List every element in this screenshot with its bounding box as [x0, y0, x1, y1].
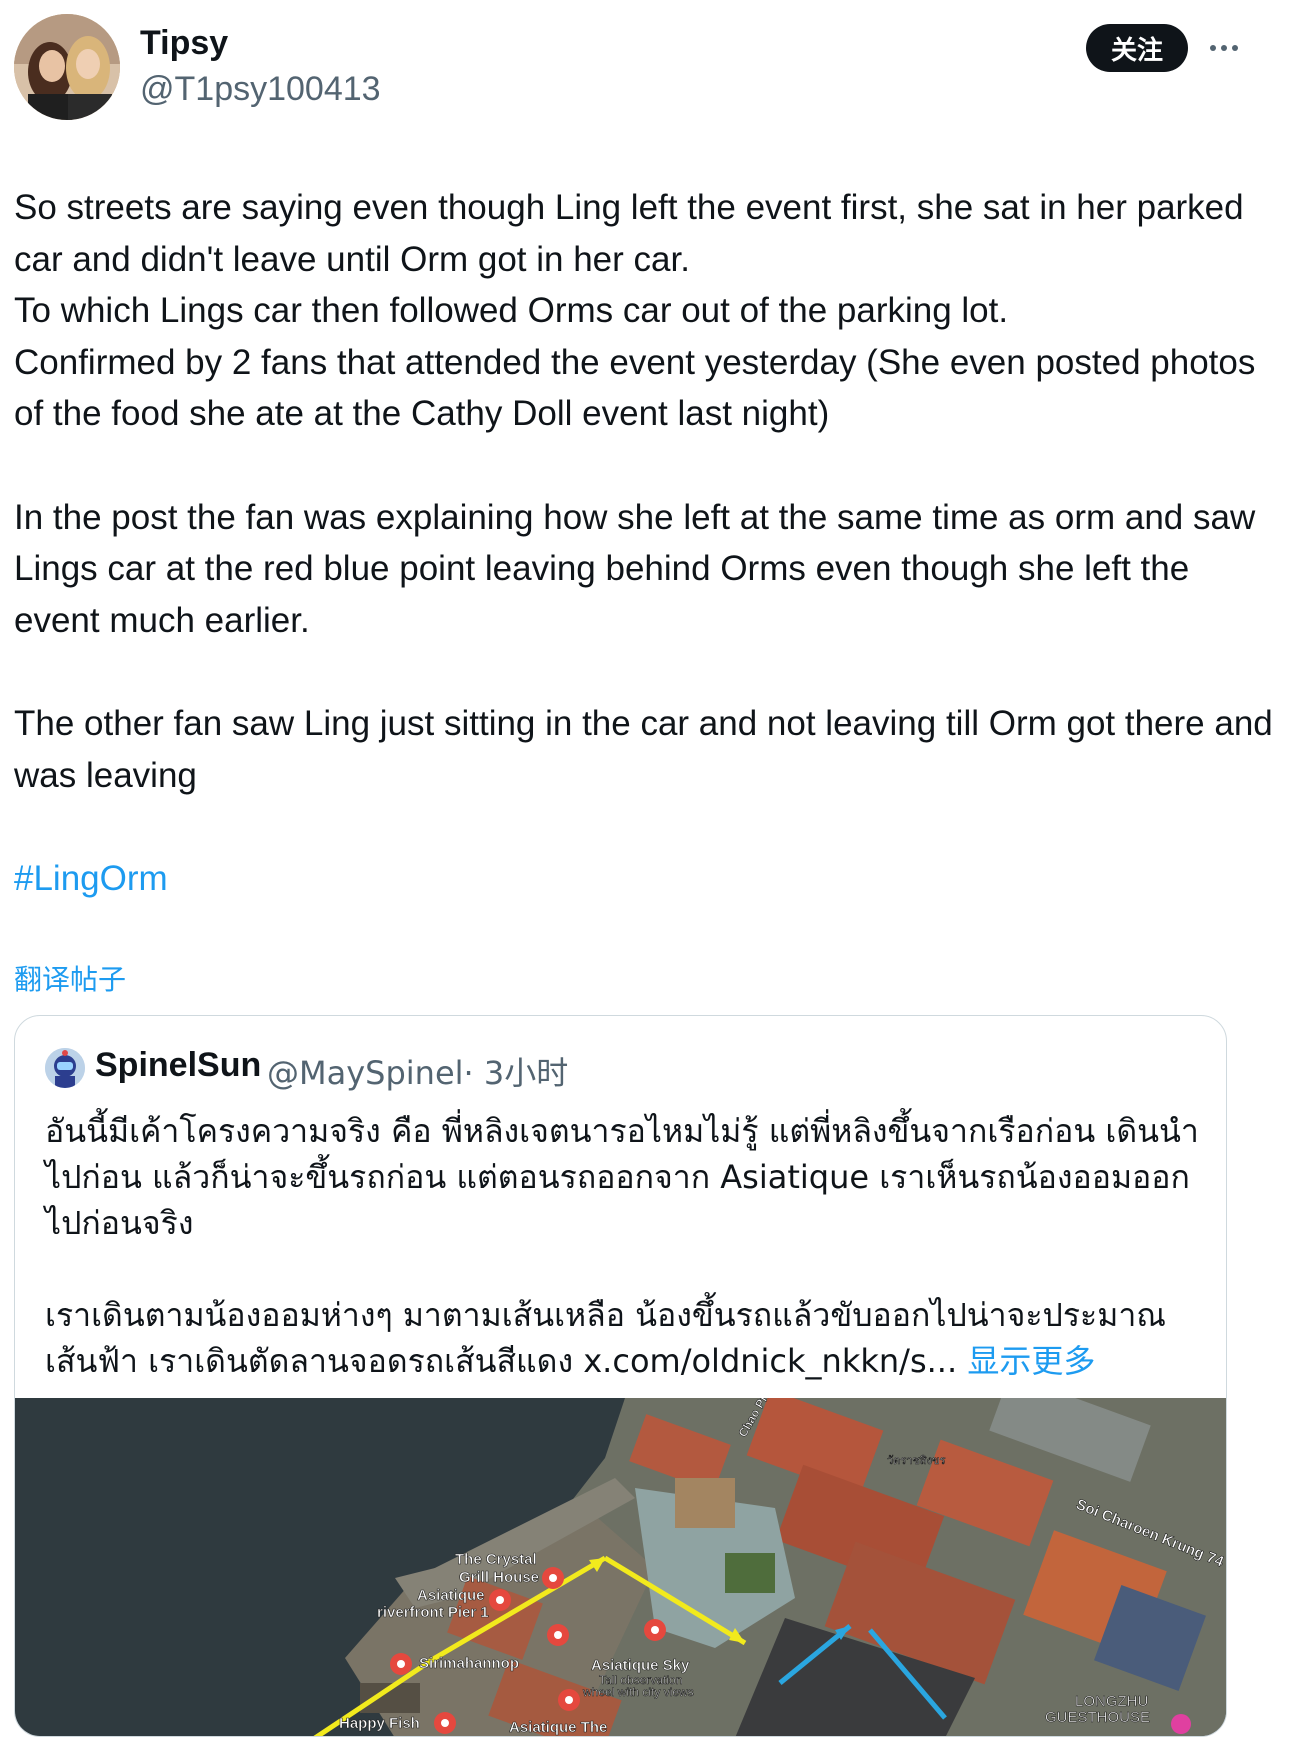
map-label: GUESTHOUSE [1045, 1709, 1150, 1726]
author-name[interactable]: Tipsy [140, 24, 228, 63]
map-image[interactable]: The Crystal Grill House Asiatique riverf… [15, 1374, 1226, 1736]
map-label: Asiatique The [509, 1719, 607, 1736]
map-label: The Crystal [455, 1551, 537, 1568]
quoted-tweet-text: อันนี้มีเค้าโครงความจริง คือ พี่หลิงเจตน… [45, 1108, 1205, 1384]
tweet-paragraph: So streets are saying even though Ling l… [14, 188, 1244, 279]
quoted-author-avatar[interactable] [45, 1048, 85, 1088]
avatar-photo [14, 14, 120, 120]
tweet-paragraph: To which Lings car then followed Orms ca… [14, 291, 1009, 330]
author-handle[interactable]: @T1psy100413 [140, 70, 381, 109]
map-label: Happy Fish [339, 1715, 420, 1732]
tweet-paragraph: Confirmed by 2 fans that attended the ev… [14, 342, 1256, 434]
tweet-paragraph: In the post the fan was explaining how s… [14, 497, 1256, 640]
quoted-timestamp: · 3小时 [463, 1054, 569, 1092]
quoted-link[interactable]: x.com/oldnick_nkkn/s... [583, 1342, 957, 1380]
follow-button[interactable]: 关注 [1086, 24, 1188, 72]
hashtag-link[interactable]: #LingOrm [14, 859, 168, 898]
translate-post-link[interactable]: 翻译帖子 [14, 958, 126, 998]
map-label: wheel with city views [582, 1685, 694, 1699]
robot-avatar-icon [45, 1048, 85, 1088]
map-label: Asiatique Sky [591, 1657, 690, 1674]
tweet-body: So streets are saying even though Ling l… [14, 182, 1274, 905]
satellite-map: The Crystal Grill House Asiatique riverf… [15, 1374, 1226, 1736]
more-options-icon[interactable] [1206, 30, 1242, 66]
show-more-link[interactable]: 显示更多 [967, 1342, 1095, 1380]
map-label: Sirimahannop [419, 1655, 519, 1672]
quoted-handle-time[interactable]: @MaySpinel· 3小时 [267, 1048, 568, 1094]
author-avatar[interactable] [14, 14, 120, 120]
quoted-paragraph: อันนี้มีเค้าโครงความจริง คือ พี่หลิงเจตน… [45, 1112, 1199, 1242]
map-label: วัดราชสิงขร [887, 1455, 945, 1467]
map-label: Asiatique [417, 1587, 485, 1604]
map-label: LONGZHU [1075, 1693, 1148, 1710]
quoted-author-name[interactable]: SpinelSun [95, 1046, 261, 1085]
map-label: riverfront Pier 1 [377, 1604, 489, 1621]
map-label: Grill House [459, 1569, 539, 1586]
tweet-paragraph: The other fan saw Ling just sitting in t… [14, 704, 1273, 795]
quoted-tweet-card[interactable]: SpinelSun @MaySpinel· 3小时 อันนี้มีเค้าโค… [14, 1015, 1227, 1737]
quoted-author-handle[interactable]: @MaySpinel [267, 1054, 464, 1092]
